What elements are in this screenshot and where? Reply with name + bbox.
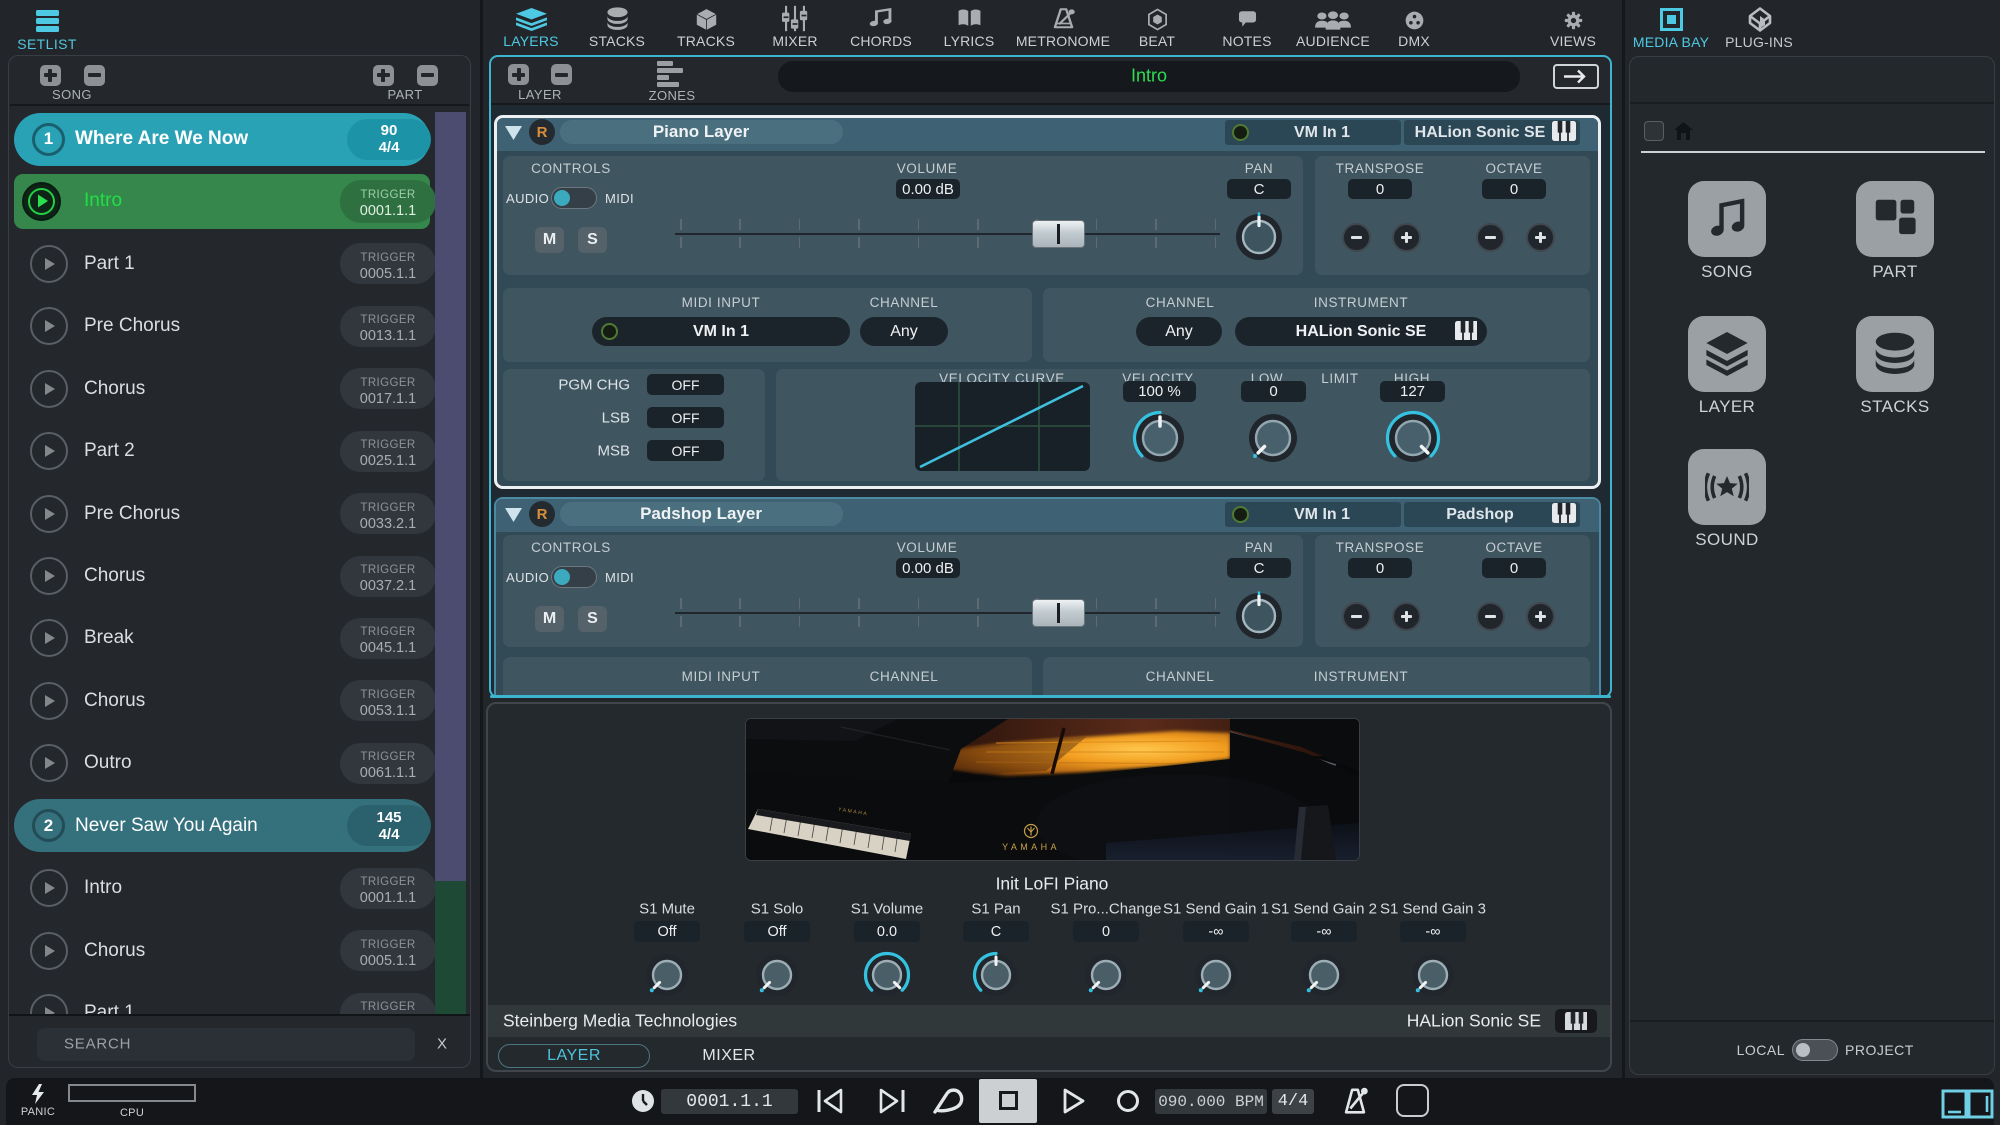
svg-text:YAMAHA: YAMAHA	[1002, 842, 1060, 852]
